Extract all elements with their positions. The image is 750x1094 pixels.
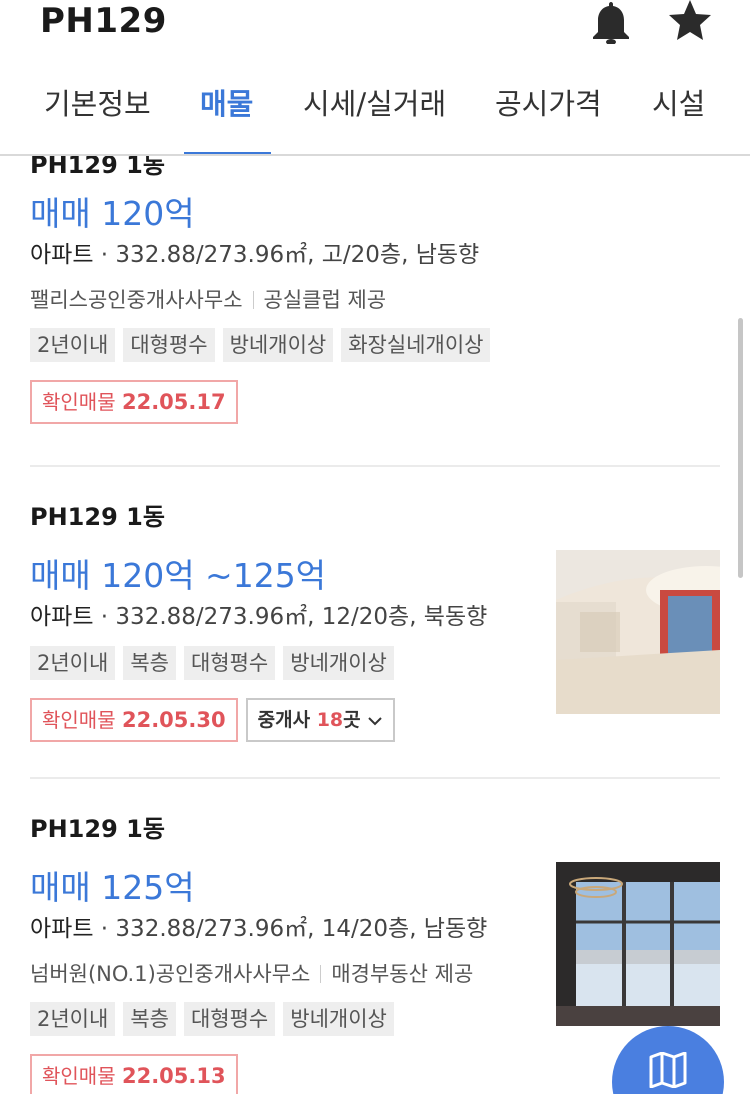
tag: 방네개이상: [222, 328, 334, 362]
info-separator: ·: [93, 604, 116, 630]
tag: 화장실네개이상: [341, 328, 491, 362]
listing-card[interactable]: PH129 1동 매매 120억 아파트 · 332.88/273.96㎡, 고…: [30, 150, 720, 426]
verified-date: 22.05.30: [121, 708, 226, 732]
tag: 2년이내: [30, 328, 116, 362]
listing-info: 아파트 · 332.88/273.96㎡, 고/20층, 남동향: [30, 240, 720, 270]
provider-name: 매경부동산 제공: [331, 962, 474, 986]
verify-row: 확인매물 22.05.17: [30, 380, 720, 426]
verified-badge: 확인매물 22.05.13: [30, 1054, 238, 1094]
tab-official-price[interactable]: 공시가격: [495, 86, 602, 122]
map-icon: [649, 1052, 687, 1088]
agent-name: 넘버원(NO.1)공인중개사사무소: [30, 962, 311, 986]
tag: 2년이내: [30, 1002, 116, 1036]
agency-label: 중개사: [257, 709, 311, 731]
info-separator: ·: [93, 916, 116, 942]
listing-details: 332.88/273.96㎡, 고/20층, 남동향: [115, 242, 480, 268]
agency-unit: 곳: [343, 709, 361, 731]
agent-separator: [252, 291, 254, 309]
scrollbar[interactable]: [738, 318, 743, 578]
agency-count: 18: [316, 709, 344, 731]
verified-label: 확인매물: [42, 1064, 116, 1088]
header: PH129 기본정보 매물 시세/실거래 공시가격 시설: [0, 0, 750, 156]
tab-bar: 기본정보 매물 시세/실거래 공시가격 시설: [0, 72, 750, 156]
listing-thumbnail[interactable]: [556, 862, 720, 1026]
star-icon[interactable]: [666, 0, 714, 44]
listing-price: 매매 120억: [30, 194, 195, 233]
tag: 복층: [123, 1002, 176, 1036]
tag: 대형평수: [123, 328, 215, 362]
info-separator: ·: [93, 242, 116, 268]
provider-name: 공실클럽 제공: [263, 288, 387, 312]
verified-badge: 확인매물 22.05.30: [30, 698, 238, 742]
bell-icon[interactable]: [588, 0, 634, 44]
listing-page: PH129 기본정보 매물 시세/실거래 공시가격 시설 PH129 1동 매매…: [0, 0, 750, 1094]
tab-market-price[interactable]: 시세/실거래: [303, 86, 446, 122]
page-title: PH129: [40, 1, 167, 41]
verified-date: 22.05.13: [121, 1064, 226, 1088]
tag: 2년이내: [30, 646, 116, 680]
listing-details: 332.88/273.96㎡, 14/20층, 남동향: [115, 916, 488, 942]
listing-divider: [30, 777, 720, 779]
tab-listings[interactable]: 매물: [200, 86, 253, 122]
listing-complex: PH129 1동: [30, 815, 165, 843]
tab-bar-border: [0, 154, 750, 156]
verified-badge: 확인매물 22.05.17: [30, 380, 238, 424]
listing-thumbnail[interactable]: [556, 550, 720, 714]
listing-type: 아파트: [30, 604, 94, 630]
verified-label: 확인매물: [42, 390, 116, 414]
verified-date: 22.05.17: [121, 390, 226, 414]
listing-type: 아파트: [30, 242, 94, 268]
agency-count-button[interactable]: 중개사 18곳: [245, 698, 396, 742]
chevron-down-icon: [368, 716, 382, 725]
tag: 대형평수: [183, 646, 276, 680]
listing-card[interactable]: PH129 1동 매매 125억 아파트 · 332.88/273.96㎡, 1…: [30, 814, 720, 1094]
tab-facilities[interactable]: 시설: [652, 86, 705, 122]
tag: 방네개이상: [283, 1002, 394, 1036]
agent-separator: [320, 965, 322, 983]
tab-basic-info[interactable]: 기본정보: [44, 86, 151, 122]
listing-card[interactable]: PH129 1동 매매 120억 ~125억 아파트 · 332.88/273.…: [30, 502, 720, 744]
verified-label: 확인매물: [42, 708, 116, 732]
agent-name: 팰리스공인중개사사무소: [30, 288, 243, 312]
tag: 대형평수: [183, 1002, 276, 1036]
tag: 복층: [123, 646, 176, 680]
tag-list: 2년이내 대형평수 방네개이상 화장실네개이상: [30, 328, 720, 362]
tag: 방네개이상: [283, 646, 394, 680]
listing-divider: [30, 465, 720, 467]
listing-details: 332.88/273.96㎡, 12/20층, 북동향: [115, 604, 488, 630]
listing-complex: PH129 1동: [30, 503, 165, 531]
listing-type: 아파트: [30, 916, 94, 942]
listing-agent-row: 팰리스공인중개사사무소 공실클럽 제공: [30, 286, 720, 314]
